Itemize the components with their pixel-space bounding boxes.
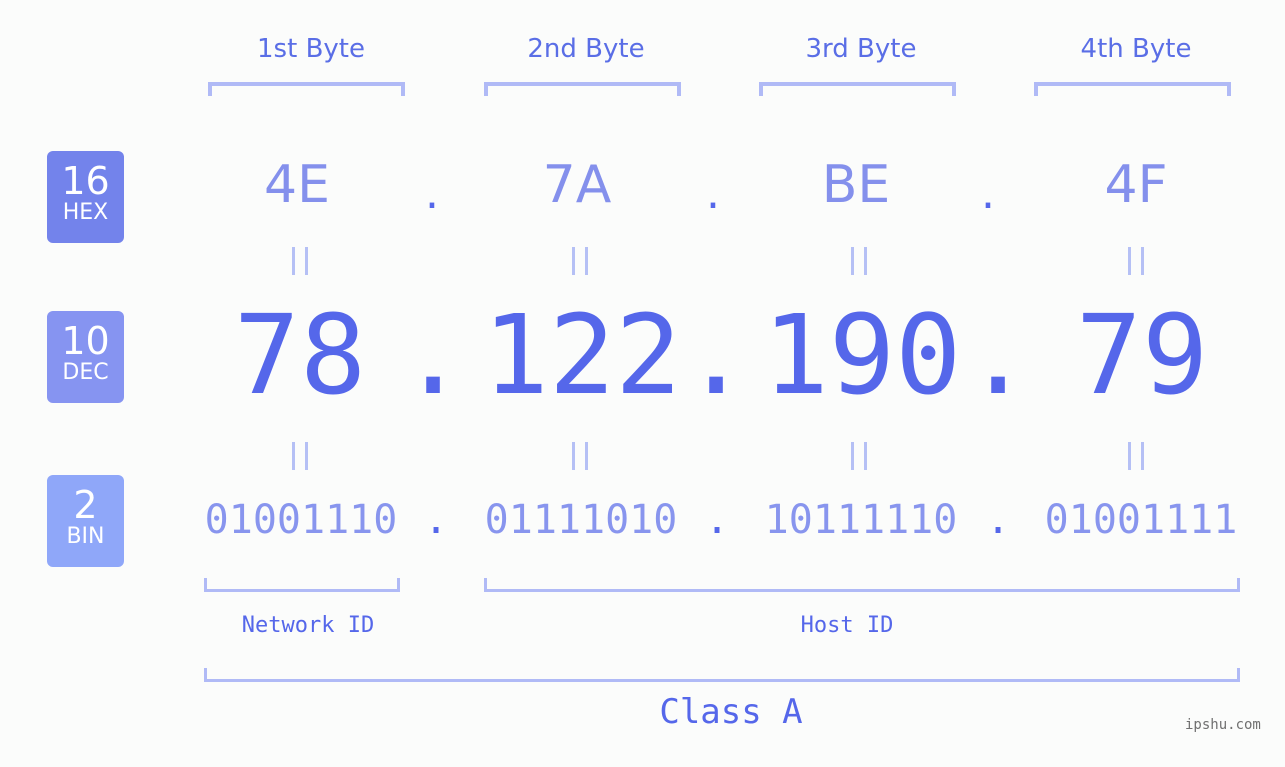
byte-header-3: 3rd Byte [805, 34, 917, 64]
bin-badge: 2 BIN [47, 475, 124, 567]
byte-bracket-4 [1034, 82, 1231, 96]
byte-header-2: 2nd Byte [527, 34, 645, 64]
byte-bracket-1 [208, 82, 405, 96]
dec-byte-3: 190 [762, 291, 962, 419]
class-bracket [204, 668, 1240, 682]
hex-byte-3: BE [821, 155, 891, 215]
bin-byte-1: 01001110 [204, 497, 398, 543]
equals-icon [851, 247, 867, 275]
bin-byte-4: 01001111 [1044, 497, 1238, 543]
hex-badge-label: HEX [62, 200, 109, 225]
bin-byte-2: 01111010 [484, 497, 678, 543]
hex-separator-1: . [425, 168, 439, 219]
dec-byte-1: 78 [233, 291, 367, 419]
byte-header-1: 1st Byte [257, 34, 365, 64]
dec-badge-label: DEC [62, 360, 109, 385]
equals-icon [1128, 247, 1144, 275]
watermark: ipshu.com [1185, 717, 1261, 733]
equals-icon [851, 442, 867, 470]
network-id-bracket [204, 578, 400, 592]
bin-separator-2: . [705, 497, 730, 543]
byte-header-4: 4th Byte [1080, 34, 1192, 64]
equals-icon [572, 247, 588, 275]
bin-byte-3: 10111110 [764, 497, 958, 543]
host-id-bracket [484, 578, 1240, 592]
equals-icon [572, 442, 588, 470]
hex-badge-base: 16 [61, 159, 110, 203]
hex-separator-2: . [706, 168, 720, 219]
class-label: Class A [659, 692, 803, 732]
equals-icon [1128, 442, 1144, 470]
dec-byte-2: 122 [482, 291, 682, 419]
hex-byte-1: 4E [264, 155, 330, 215]
dec-badge-base: 10 [61, 319, 110, 363]
bin-separator-1: . [424, 497, 449, 543]
hex-separator-3: . [981, 168, 995, 219]
host-id-label: Host ID [800, 613, 894, 638]
network-id-label: Network ID [241, 613, 375, 638]
bin-badge-base: 2 [73, 483, 98, 527]
dec-badge: 10 DEC [47, 311, 124, 403]
dec-byte-4: 79 [1075, 291, 1209, 419]
bin-badge-label: BIN [66, 524, 105, 549]
bin-separator-3: . [986, 497, 1011, 543]
equals-icon [292, 247, 308, 275]
byte-bracket-2 [484, 82, 681, 96]
hex-byte-4: 4F [1104, 155, 1168, 215]
hex-badge: 16 HEX [47, 151, 124, 243]
hex-byte-2: 7A [542, 155, 612, 215]
byte-bracket-3 [759, 82, 956, 96]
equals-icon [292, 442, 308, 470]
